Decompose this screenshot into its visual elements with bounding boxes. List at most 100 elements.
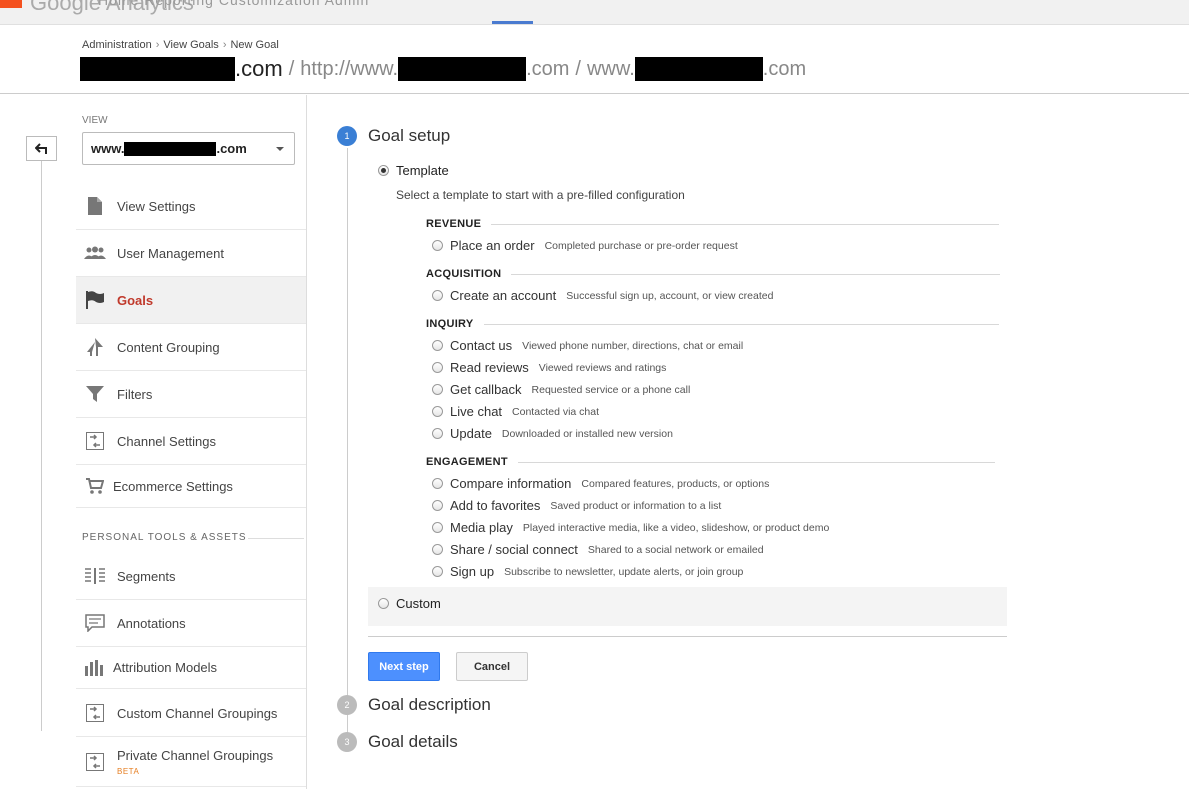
radio-button[interactable] xyxy=(432,428,443,439)
radio-button[interactable] xyxy=(432,566,443,577)
sidebar-item-goals[interactable]: Goals xyxy=(76,277,306,324)
template-read-reviews[interactable]: Read reviews Viewed reviews and ratings xyxy=(432,360,666,375)
sidebar-item-user-management[interactable]: User Management xyxy=(76,230,306,277)
divider xyxy=(511,273,1001,275)
option-name: Contact us xyxy=(450,338,513,353)
template-compare-information[interactable]: Compare information Compared features, p… xyxy=(432,476,769,491)
step-number-1: 1 xyxy=(337,126,357,146)
radio-button[interactable] xyxy=(432,362,443,373)
radio-button[interactable] xyxy=(432,240,443,251)
template-option[interactable]: Template xyxy=(378,163,449,178)
sidebar-item-private-channel-groupings[interactable]: Private Channel Groupings BETA xyxy=(76,737,306,787)
custom-option[interactable]: Custom xyxy=(378,596,441,611)
breadcrumb-administration[interactable]: Administration xyxy=(82,39,152,51)
template-live-chat[interactable]: Live chat Contacted via chat xyxy=(432,404,599,419)
document-icon xyxy=(84,196,106,216)
option-name: Share / social connect xyxy=(450,542,578,557)
analytics-logo-icon xyxy=(0,0,22,8)
template-description: Select a template to start with a pre-fi… xyxy=(396,188,685,202)
breadcrumb-new-goal: New Goal xyxy=(230,39,279,51)
sidebar-item-content-grouping[interactable]: Content Grouping xyxy=(76,324,306,371)
next-step-button[interactable]: Next step xyxy=(368,652,440,681)
template-media-play[interactable]: Media play Played interactive media, lik… xyxy=(432,520,829,535)
template-radio[interactable] xyxy=(378,165,389,176)
template-get-callback[interactable]: Get callback Requested service or a phon… xyxy=(432,382,690,397)
view-prefix: www. xyxy=(586,57,635,80)
radio-button[interactable] xyxy=(432,406,443,417)
sidebar-item-custom-channel-groupings[interactable]: Custom Channel Groupings xyxy=(76,690,306,737)
option-hint: Viewed reviews and ratings xyxy=(538,361,667,374)
redacted-view-selector-name xyxy=(124,141,217,156)
template-place-an-order[interactable]: Place an order Completed purchase or pre… xyxy=(432,238,738,253)
sidebar-item-filters[interactable]: Filters xyxy=(76,371,306,418)
option-hint: Contacted via chat xyxy=(512,405,600,418)
radio-button[interactable] xyxy=(432,384,443,395)
option-name: Media play xyxy=(450,520,513,535)
radio-button[interactable] xyxy=(432,544,443,555)
active-tab-indicator xyxy=(492,21,533,24)
view-selector[interactable]: www. .com xyxy=(82,132,295,165)
breadcrumb-separator: › xyxy=(222,39,227,51)
template-update[interactable]: Update Downloaded or installed new versi… xyxy=(432,426,673,441)
template-share-social-connect[interactable]: Share / social connect Shared to a socia… xyxy=(432,542,764,557)
option-hint: Subscribe to newsletter, update alerts, … xyxy=(504,565,744,578)
step-title-goal-description[interactable]: Goal description xyxy=(368,695,491,715)
option-name: Read reviews xyxy=(450,360,529,375)
cancel-button[interactable]: Cancel xyxy=(456,652,528,681)
breadcrumb: Administration › View Goals › New Goal xyxy=(82,39,279,51)
bar-chart-icon xyxy=(84,658,106,678)
sidebar-item-ecommerce-settings[interactable]: Ecommerce Settings xyxy=(76,465,306,508)
breadcrumb-separator: › xyxy=(155,39,160,51)
category-label: INQUIRY xyxy=(426,318,474,330)
option-name: Update xyxy=(450,426,492,441)
sidebar-item-label: Segments xyxy=(117,568,176,584)
sidebar-item-attribution-models[interactable]: Attribution Models xyxy=(76,647,306,689)
template-contact-us[interactable]: Contact us Viewed phone number, directio… xyxy=(432,338,743,353)
radio-button[interactable] xyxy=(432,522,443,533)
content-grouping-icon xyxy=(84,337,106,357)
sidebar-item-annotations[interactable]: Annotations xyxy=(76,600,306,647)
segments-icon xyxy=(84,566,106,586)
option-name: Add to favorites xyxy=(450,498,541,513)
top-bar: Google Analytics Home Reporting Customiz… xyxy=(0,0,1189,25)
custom-radio[interactable] xyxy=(378,598,389,609)
option-hint: Shared to a social network or emailed xyxy=(587,543,764,556)
radio-button[interactable] xyxy=(432,290,443,301)
sidebar-item-channel-settings[interactable]: Channel Settings xyxy=(76,418,306,465)
template-create-an-account[interactable]: Create an account Successful sign up, ac… xyxy=(432,288,773,303)
option-hint: Downloaded or installed new version xyxy=(501,427,673,440)
back-button[interactable] xyxy=(26,136,57,161)
custom-label: Custom xyxy=(396,596,441,611)
radio-button[interactable] xyxy=(432,478,443,489)
sidebar-item-segments[interactable]: Segments xyxy=(76,553,306,600)
option-hint: Requested service or a phone call xyxy=(531,383,691,396)
breadcrumb-view-goals[interactable]: View Goals xyxy=(163,39,218,51)
option-name: Get callback xyxy=(450,382,522,397)
property-suffix: .com xyxy=(526,57,570,80)
option-hint: Completed purchase or pre-order request xyxy=(544,239,738,252)
template-add-to-favorites[interactable]: Add to favorites Saved product or inform… xyxy=(432,498,721,513)
sidebar-item-label: Private Channel Groupings xyxy=(117,748,274,763)
flag-icon xyxy=(84,290,106,310)
view-selector-suffix: .com xyxy=(216,141,247,156)
sidebar-item-view-settings[interactable]: View Settings xyxy=(76,183,306,230)
top-tabs[interactable]: Home Reporting Customization Admin xyxy=(98,0,369,8)
channel-icon xyxy=(84,752,106,772)
redacted-account-name xyxy=(80,57,235,81)
custom-option-panel xyxy=(368,587,1007,626)
divider xyxy=(483,323,999,325)
account-path: .com / http://www. .com / www. .com xyxy=(80,56,806,82)
sidebar-connector-line xyxy=(41,161,42,731)
radio-button[interactable] xyxy=(432,340,443,351)
personal-tools-heading: PERSONAL TOOLS & ASSETS xyxy=(82,532,247,543)
option-hint: Successful sign up, account, or view cre… xyxy=(566,289,774,302)
sidebar-item-label: Annotations xyxy=(117,615,186,631)
template-sign-up[interactable]: Sign up Subscribe to newsletter, update … xyxy=(432,564,743,579)
filter-icon xyxy=(84,384,106,404)
annotation-icon xyxy=(84,613,106,633)
option-hint: Played interactive media, like a video, … xyxy=(522,521,830,534)
property-prefix: http://www. xyxy=(300,57,399,80)
divider xyxy=(248,538,304,539)
step-title-goal-details[interactable]: Goal details xyxy=(368,732,458,752)
radio-button[interactable] xyxy=(432,500,443,511)
